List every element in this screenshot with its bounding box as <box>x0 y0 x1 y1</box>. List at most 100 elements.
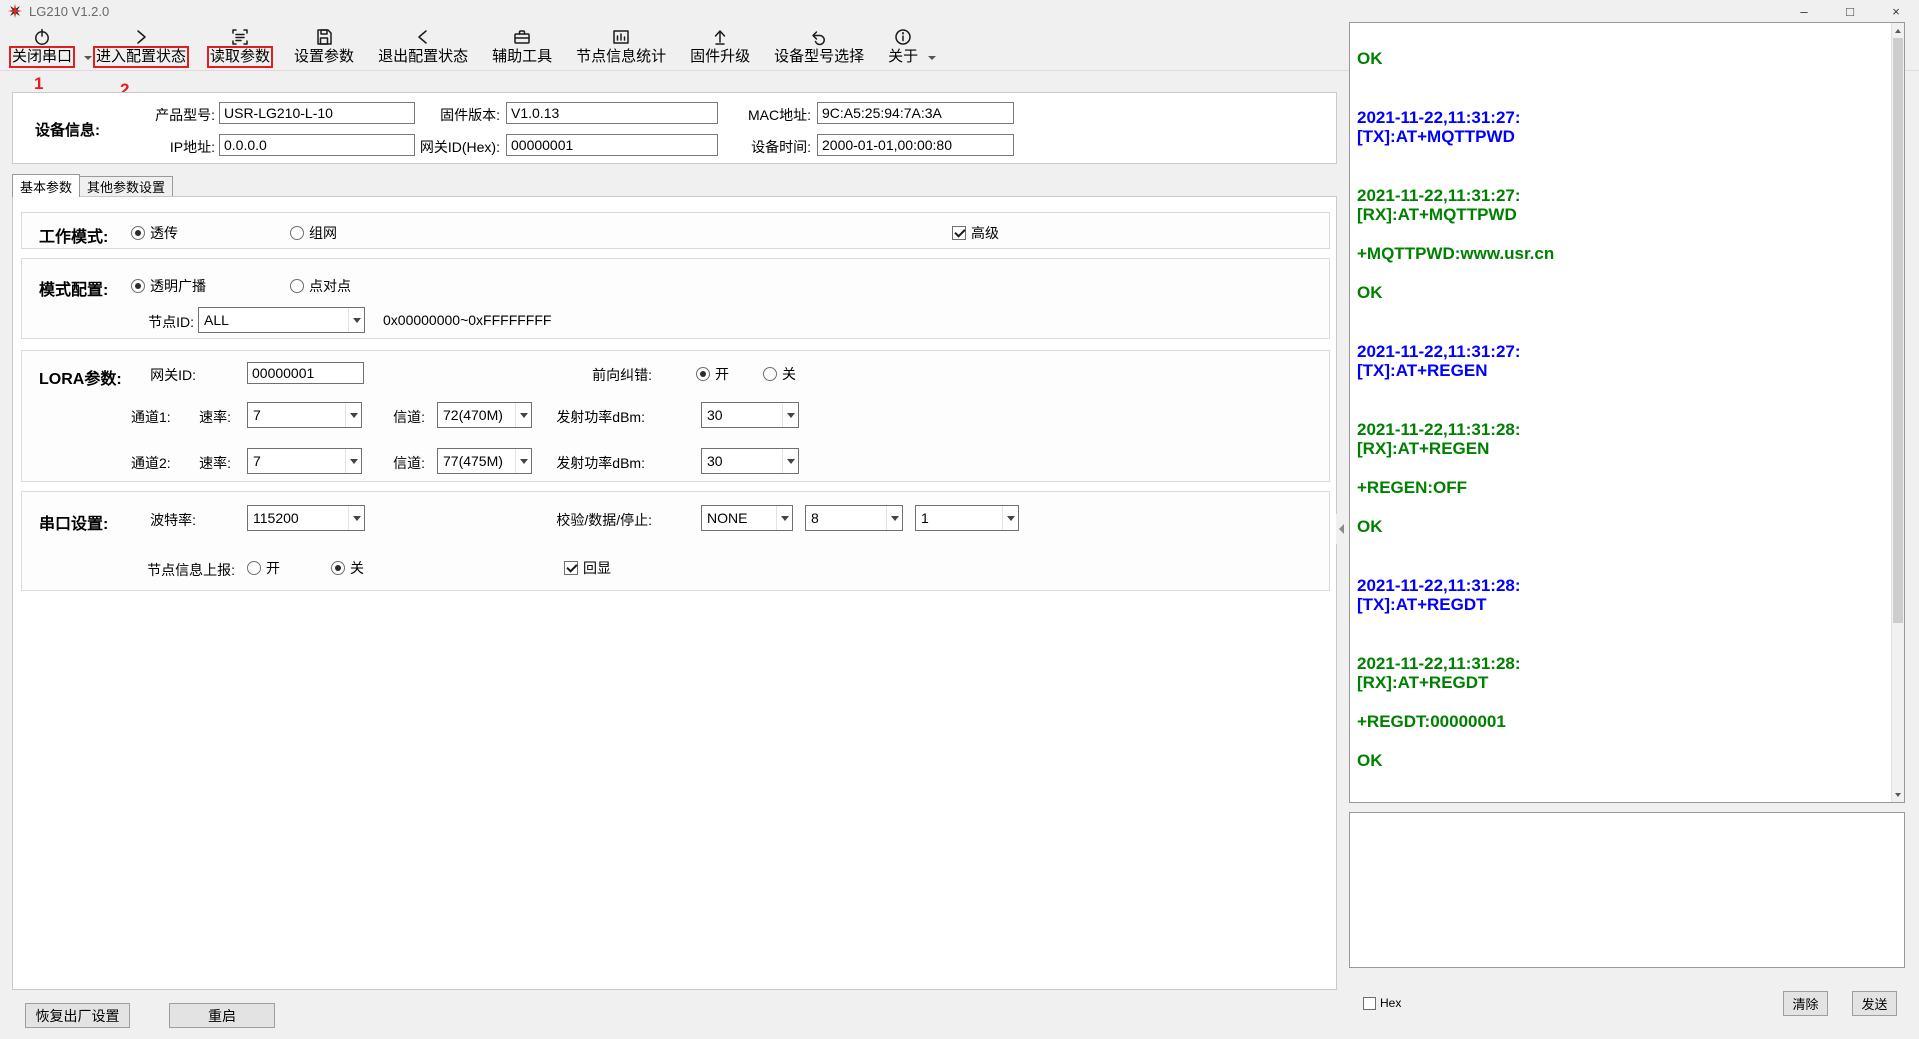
log-line: +REGEN:OFF <box>1357 478 1888 498</box>
data-bits-select[interactable]: 8 <box>805 505 903 531</box>
log-line: 2021-11-22,11:31:27: <box>1357 186 1888 206</box>
fec-label: 前向纠错: <box>578 365 652 385</box>
channel1-rate-select[interactable]: 7 <box>247 402 362 428</box>
close-button[interactable]: × <box>1873 0 1919 22</box>
toolbar-button-set-params[interactable]: 设置参数 <box>294 26 354 66</box>
log-line <box>1357 88 1888 108</box>
radio-p2p[interactable]: 点对点 <box>290 276 351 296</box>
about-dropdown-caret-icon[interactable] <box>928 56 936 60</box>
toolbar-button-aux-tools[interactable]: 辅助工具 <box>492 26 552 66</box>
parity-select[interactable]: NONE <box>701 505 793 531</box>
checkbox-hex[interactable]: Hex <box>1363 996 1401 1010</box>
toolbar-button-close-serial[interactable]: 关闭串口 <box>12 26 72 66</box>
up-arrow-icon <box>1895 29 1901 33</box>
collapse-left-icon <box>1339 524 1344 534</box>
checkbox-label: 回显 <box>583 558 611 578</box>
log-line <box>1357 459 1888 479</box>
node-report-label: 节点信息上报: <box>135 560 235 580</box>
radio-broadcast[interactable]: 透明广播 <box>131 276 206 296</box>
serial-settings-section: 串口设置: 波特率: 115200 校验/数据/停止: NONE 8 1 节点信… <box>21 491 1330 591</box>
toolbar-button-exit-config[interactable]: 退出配置状态 <box>378 26 468 66</box>
channel-label: 信道: <box>387 407 425 427</box>
device-time-input[interactable] <box>817 134 1014 156</box>
channel1-channel-select[interactable]: 72(470M) <box>437 402 532 428</box>
baud-label: 波特率: <box>122 510 196 530</box>
panel-splitter[interactable] <box>1336 514 1347 544</box>
toolbar-button-model-select[interactable]: 设备型号选择 <box>774 26 864 66</box>
restart-button[interactable]: 重启 <box>169 1003 275 1028</box>
parity-data-stop-label: 校验/数据/停止: <box>542 510 652 530</box>
device-time-label: 设备时间: <box>719 137 811 157</box>
chevron-down-icon <box>782 449 798 473</box>
chevron-down-icon <box>1002 506 1018 530</box>
tab-other-params[interactable]: 其他参数设置 <box>79 176 173 197</box>
channel2-label: 通道2: <box>131 453 171 473</box>
toolbar-button-firmware-upgrade[interactable]: 固件升级 <box>690 26 750 66</box>
rate-label: 速率: <box>193 453 231 473</box>
log-line: [TX]:AT+REGDT <box>1357 595 1888 615</box>
chevron-down-icon <box>345 403 361 427</box>
log-output[interactable]: OK 2021-11-22,11:31:27: [TX]:AT+MQTTPWD … <box>1349 22 1905 803</box>
mac-label: MAC地址: <box>719 105 811 125</box>
toolbar-button-about[interactable]: 关于 <box>888 26 918 66</box>
radio-node-report-on[interactable]: 开 <box>247 558 280 578</box>
checkbox-label: Hex <box>1380 996 1401 1010</box>
checkbox-echo[interactable]: 回显 <box>564 558 611 578</box>
save-icon <box>314 26 334 47</box>
scroll-thumb[interactable] <box>1893 38 1903 623</box>
log-line: [TX]:AT+REGEN <box>1357 361 1888 381</box>
firmware-input[interactable] <box>506 102 718 124</box>
work-mode-title: 工作模式: <box>39 223 108 247</box>
factory-reset-button[interactable]: 恢复出厂设置 <box>25 1003 130 1028</box>
product-model-input[interactable] <box>219 102 415 124</box>
annotation-1: 1 <box>34 74 43 94</box>
toolbar-button-node-stats[interactable]: 节点信息统计 <box>576 26 666 66</box>
basic-params-panel: 工作模式: 透传 组网 高级 模式配置: 透明广播 点对点 节点ID: ALL <box>12 196 1337 990</box>
stop-bits-select[interactable]: 1 <box>915 505 1019 531</box>
node-id-select[interactable]: ALL <box>198 307 365 333</box>
log-line <box>1357 537 1888 557</box>
log-line <box>1357 147 1888 167</box>
radio-icon <box>290 226 304 240</box>
radio-network-mode[interactable]: 组网 <box>290 223 337 243</box>
radio-label: 关 <box>782 364 796 384</box>
down-arrow-icon <box>1895 793 1901 797</box>
baud-select[interactable]: 115200 <box>247 505 365 531</box>
channel2-channel-select[interactable]: 77(475M) <box>437 448 532 474</box>
gateway-id-hex-input[interactable] <box>506 134 718 156</box>
product-model-label: 产品型号: <box>123 105 215 125</box>
chevron-down-icon <box>782 403 798 427</box>
power-icon <box>32 26 52 47</box>
tab-basic-params[interactable]: 基本参数 <box>12 174 80 197</box>
send-button[interactable]: 发送 <box>1852 991 1897 1016</box>
mac-input[interactable] <box>817 102 1014 124</box>
scroll-down-button[interactable] <box>1892 787 1904 802</box>
radio-fec-off[interactable]: 关 <box>763 364 796 384</box>
close-serial-dropdown-caret-icon[interactable] <box>84 56 92 60</box>
log-line: OK <box>1357 751 1888 771</box>
maximize-button[interactable]: □ <box>1827 0 1873 22</box>
gateway-id-input[interactable] <box>247 362 364 384</box>
minimize-button[interactable]: – <box>1781 0 1827 22</box>
ip-input[interactable] <box>219 134 415 156</box>
log-line: OK <box>1357 517 1888 537</box>
log-scrollbar[interactable] <box>1891 23 1904 802</box>
send-input[interactable] <box>1349 812 1905 968</box>
radio-transparent-mode[interactable]: 透传 <box>131 223 178 243</box>
log-line <box>1357 732 1888 752</box>
toolbar-button-read-params[interactable]: 读取参数 <box>210 26 270 66</box>
channel2-rate-select[interactable]: 7 <box>247 448 362 474</box>
channel1-power-select[interactable]: 30 <box>701 402 799 428</box>
radio-fec-on[interactable]: 开 <box>696 364 729 384</box>
radio-label: 关 <box>350 558 364 578</box>
clear-button[interactable]: 清除 <box>1783 991 1828 1016</box>
scroll-up-button[interactable] <box>1892 23 1904 38</box>
radio-node-report-off[interactable]: 关 <box>331 558 364 578</box>
checkbox-advanced[interactable]: 高级 <box>952 223 999 243</box>
upload-arrow-icon <box>710 26 730 47</box>
toolbar-button-enter-config[interactable]: 进入配置状态 <box>96 26 186 66</box>
channel2-power-select[interactable]: 30 <box>701 448 799 474</box>
log-line: OK <box>1357 283 1888 303</box>
toolbox-icon <box>512 26 532 47</box>
radio-icon <box>763 367 777 381</box>
